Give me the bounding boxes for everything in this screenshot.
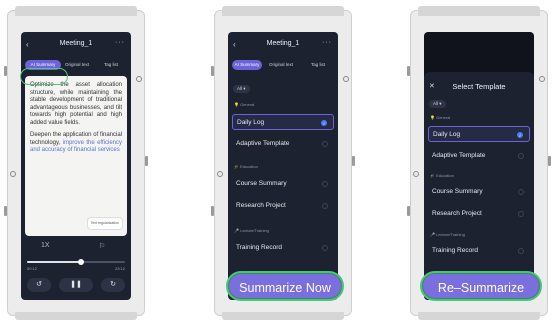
group-label-text: Education: [436, 173, 454, 178]
flag-icon[interactable]: ⚐: [99, 242, 105, 250]
radio-icon: [322, 245, 328, 251]
speed-button[interactable]: 1X: [41, 242, 50, 249]
group-label-education: 🎓 Education: [234, 164, 258, 169]
template-sheet: ✕ Select Template All ▾ 💡 General Daily …: [424, 72, 534, 300]
phone-mockup-template: ‹ Meeting_1 ··· AI Summary Original text…: [211, 6, 355, 320]
template-label: Course Summary: [432, 188, 483, 195]
pause-button[interactable]: ❚❚: [59, 278, 93, 292]
app-screen: ‹ Meeting_1 ··· AI Summary Original text…: [228, 32, 338, 300]
sheet-header: ✕ Select Template: [424, 82, 534, 94]
template-label: Course Summary: [236, 180, 287, 187]
template-item-research-project[interactable]: Research Project: [232, 198, 334, 214]
phone-mockup-resummarize: ✕ Select Template All ▾ 💡 General Daily …: [407, 6, 551, 320]
progress-fill: [27, 261, 81, 263]
template-item-daily-log[interactable]: Daily Log ✓: [232, 114, 334, 130]
group-label-education: 🎓 Education: [430, 173, 454, 178]
check-icon: ✓: [517, 132, 523, 138]
group-label-text: General: [240, 102, 255, 107]
group-label-lecture: 🎤 Lecture/Training: [430, 232, 465, 237]
group-label-text: Lecture/Training: [436, 232, 465, 237]
check-icon: ✓: [321, 120, 327, 126]
template-item-training-record[interactable]: Training Record: [428, 243, 530, 259]
tab-bar: AI Summary Original text Tag list: [232, 60, 334, 70]
summary-paragraph-1: Optimize the asset allocation structure,…: [30, 82, 122, 126]
group-label-text: Education: [240, 164, 258, 169]
progress-bar[interactable]: [27, 259, 125, 265]
group-label-general: 💡 General: [234, 102, 255, 107]
radio-icon: [518, 189, 524, 195]
text-regularization-button[interactable]: Text regularization: [86, 216, 123, 230]
template-item-course-summary[interactable]: Course Summary: [428, 184, 530, 200]
template-label: Research Project: [236, 202, 286, 209]
tab-tag-list[interactable]: Tag list: [99, 60, 123, 70]
more-icon[interactable]: ···: [115, 39, 125, 46]
group-label-text: General: [436, 115, 451, 120]
re-summarize-button[interactable]: Re–Summarize: [420, 271, 542, 301]
group-label-general: 💡 General: [430, 115, 451, 120]
tab-ai-summary[interactable]: AI Summary: [232, 60, 262, 70]
radio-icon: [322, 203, 328, 209]
template-item-research-project[interactable]: Research Project: [428, 206, 530, 222]
radio-icon: [518, 153, 524, 159]
rewind-icon[interactable]: ↺: [27, 278, 51, 292]
template-label: Adaptive Template: [432, 152, 486, 159]
filter-dropdown[interactable]: All ▾: [233, 85, 250, 93]
filter-dropdown[interactable]: All ▾: [429, 100, 446, 108]
template-label: Daily Log: [237, 119, 265, 126]
progress-knob[interactable]: [77, 259, 84, 265]
forward-icon[interactable]: ↻: [101, 278, 125, 292]
header: ‹ Meeting_1 ···: [228, 39, 338, 52]
template-item-training-record[interactable]: Training Record: [232, 240, 334, 256]
summary-card: Optimize the asset allocation structure,…: [25, 76, 127, 236]
template-item-adaptive[interactable]: Adaptive Template: [428, 148, 530, 164]
summarize-now-button[interactable]: Summarize Now: [226, 271, 344, 301]
template-label: Training Record: [432, 247, 479, 254]
template-item-daily-log[interactable]: Daily Log ✓: [428, 126, 530, 142]
more-icon[interactable]: ···: [322, 39, 332, 46]
tab-original-text[interactable]: Original text: [266, 60, 296, 70]
tab-original-text[interactable]: Original text: [61, 60, 93, 70]
template-item-adaptive[interactable]: Adaptive Template: [232, 136, 334, 152]
template-label: Training Record: [236, 244, 283, 251]
time-start: 00:12: [27, 266, 38, 271]
radio-icon: [322, 141, 328, 147]
radio-icon: [322, 181, 328, 187]
radio-icon: [518, 211, 524, 217]
template-label: Research Project: [432, 210, 482, 217]
group-label-lecture: 🎤 Lecture/Training: [234, 228, 269, 233]
app-screen: ✕ Select Template All ▾ 💡 General Daily …: [424, 32, 534, 300]
sheet-title: Select Template: [452, 82, 506, 91]
template-label: Adaptive Template: [236, 140, 290, 147]
time-end: 23:12: [114, 266, 125, 271]
header: ‹ Meeting_1 ···: [21, 39, 131, 52]
tab-tag-list[interactable]: Tag list: [306, 60, 330, 70]
group-label-text: Lecture/Training: [240, 228, 269, 233]
template-item-course-summary[interactable]: Course Summary: [232, 176, 334, 192]
template-label: Daily Log: [433, 131, 461, 138]
summary-paragraph-2: Deepen the application of financial tech…: [30, 132, 122, 155]
phone-mockup-summary: ‹ Meeting_1 ··· AI Summary Original text…: [4, 6, 148, 320]
highlight-ring: [20, 68, 68, 85]
radio-icon: [518, 248, 524, 254]
